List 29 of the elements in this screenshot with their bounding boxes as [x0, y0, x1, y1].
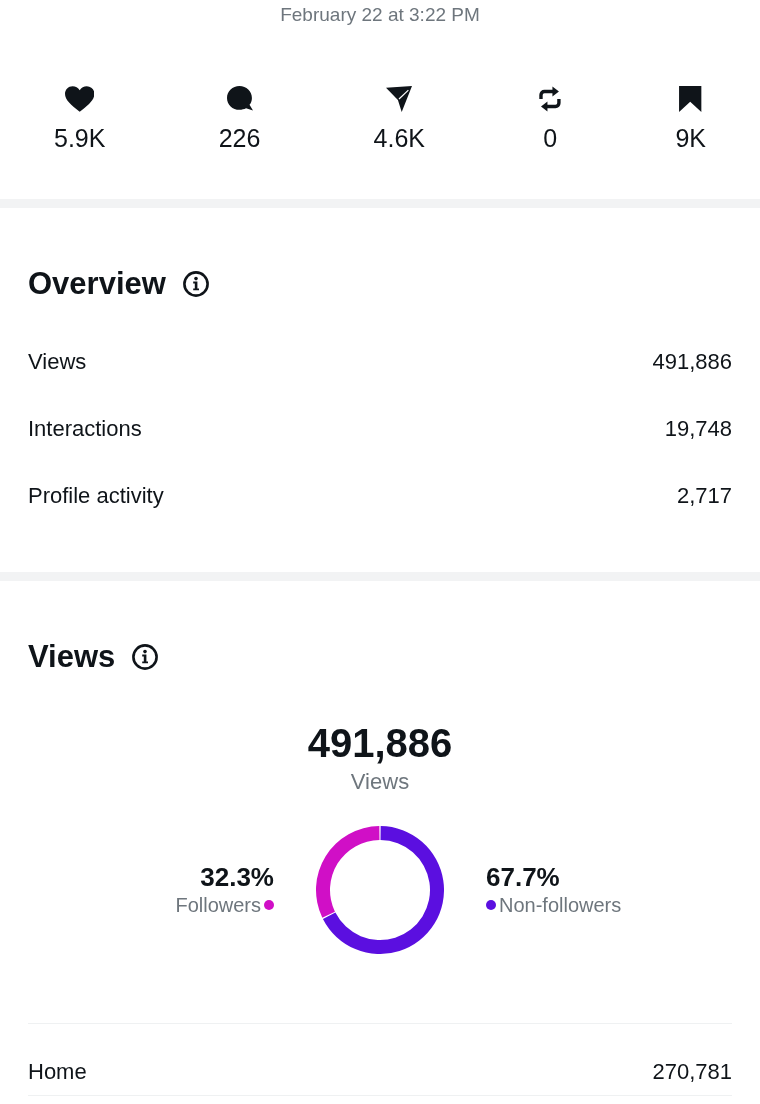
info-icon[interactable] [132, 644, 159, 670]
legend-label: Followers [175, 893, 261, 918]
metric-value: 491,886 [652, 348, 732, 375]
total-views-label: Views [350, 769, 410, 795]
legend-label: Non-followers [499, 893, 622, 918]
legend-percent: 32.3% [200, 862, 274, 892]
metric-label: Views [28, 348, 87, 375]
speech-bubble-icon [226, 86, 253, 112]
paper-plane-icon [386, 86, 413, 112]
bookmark-icon [679, 86, 702, 112]
engagement-count: 226 [218, 123, 261, 153]
engagement-count: 5.9K [54, 123, 106, 153]
metric-value: 2,717 [676, 482, 732, 509]
source-label: Home [28, 1059, 87, 1085]
metric-label: Interactions [28, 415, 142, 442]
engagement-count: 4.6K [373, 123, 426, 153]
total-views: 491,886 [307, 720, 453, 766]
source-value: 270,781 [652, 1059, 732, 1085]
section-title: Overview [28, 265, 166, 303]
info-icon[interactable] [182, 271, 209, 297]
repost-icon [538, 86, 563, 112]
engagement-count: 0 [543, 123, 558, 153]
legend-percent: 67.7% [486, 862, 560, 892]
metric-value: 19,748 [664, 415, 732, 442]
section-title: Views [28, 638, 116, 676]
engagement-count: 9K [675, 123, 706, 153]
metric-label: Profile activity [28, 482, 164, 509]
heart-icon [65, 86, 95, 112]
post-timestamp: February 22 at 3:22 PM [280, 3, 480, 27]
